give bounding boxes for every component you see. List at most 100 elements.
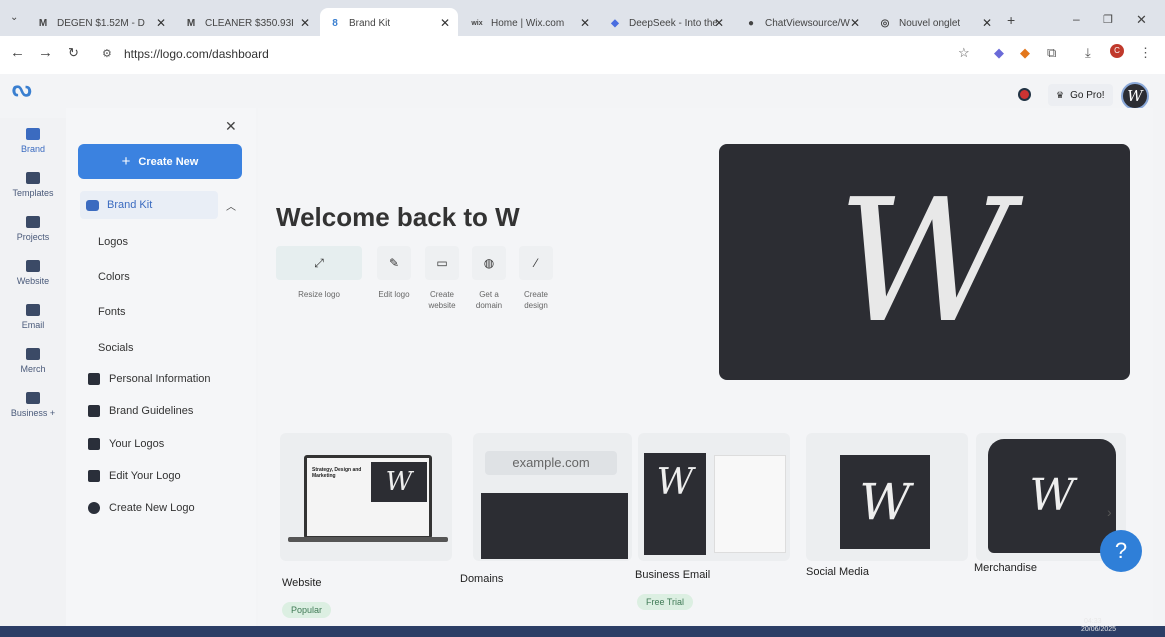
bookmark-star-icon[interactable]: ☆ bbox=[958, 45, 970, 61]
globe-icon: ◍ bbox=[472, 246, 506, 280]
tab-chatview[interactable]: ● ChatViewsource/W ✕ bbox=[736, 9, 868, 37]
sub-item-fonts[interactable]: Fonts bbox=[98, 306, 126, 318]
maximize-icon[interactable]: ❐ bbox=[1103, 13, 1113, 26]
tab-bar: ⌄ M DEGEN $1.52M - De ✕ M CLEANER $350.9… bbox=[0, 6, 1165, 38]
mail-icon bbox=[26, 304, 40, 316]
id-card-icon bbox=[88, 373, 100, 385]
rail-item-brand[interactable]: Brand bbox=[0, 128, 66, 154]
tab-title: ChatViewsource/W bbox=[765, 17, 850, 29]
menu-label: Edit Your Logo bbox=[109, 470, 181, 482]
new-tab-icon[interactable]: + bbox=[1007, 12, 1015, 28]
menu-personal-information[interactable]: Personal Information bbox=[88, 373, 211, 385]
close-icon[interactable]: ✕ bbox=[580, 16, 590, 30]
forward-icon[interactable]: → bbox=[38, 44, 53, 61]
menu-edit-your-logo[interactable]: Edit Your Logo bbox=[88, 470, 181, 482]
pencil-icon: ✎ bbox=[377, 246, 411, 280]
mock-social-post: W bbox=[840, 455, 930, 549]
business-email-card[interactable]: W bbox=[638, 433, 790, 561]
clock-date: 20/06/2025 bbox=[1081, 626, 1117, 633]
system-clock[interactable]: 04:33 20/06/2025 bbox=[1081, 618, 1116, 634]
website-card[interactable]: W Strategy, Design and Marketing bbox=[280, 433, 452, 561]
tab-degen[interactable]: M DEGEN $1.52M - De ✕ bbox=[28, 9, 174, 37]
rail-label: Brand bbox=[20, 144, 46, 154]
rail-item-merch[interactable]: Merch bbox=[0, 348, 66, 374]
tab-title: CLEANER $350.93K bbox=[205, 17, 293, 29]
card-title-merchandise: Merchandise bbox=[974, 562, 1037, 574]
deepseek-icon: ◆ bbox=[611, 17, 619, 29]
brand-kit-label: Brand Kit bbox=[107, 199, 153, 211]
help-button[interactable]: ? bbox=[1100, 530, 1142, 572]
brand-kit-icon bbox=[86, 199, 99, 211]
tab-search-icon[interactable]: ⌄ bbox=[10, 12, 18, 23]
back-icon[interactable]: ← bbox=[10, 44, 25, 61]
metamask-icon[interactable]: ◆ bbox=[1020, 45, 1030, 61]
sub-item-logos[interactable]: Logos bbox=[98, 236, 128, 248]
tab-cleaner[interactable]: M CLEANER $350.93K ✕ bbox=[176, 9, 318, 37]
window-close-icon[interactable]: ✕ bbox=[1136, 12, 1147, 28]
logo-letter: W bbox=[837, 163, 1012, 361]
social-media-card[interactable]: W bbox=[806, 433, 968, 561]
tab-title: DeepSeek - Into the bbox=[629, 17, 717, 29]
mock-browser-bar: example.com bbox=[485, 451, 617, 475]
panel-close-icon[interactable]: ✕ bbox=[225, 118, 237, 135]
logo-com-icon: 8 bbox=[332, 17, 338, 29]
extensions-puzzle-icon[interactable]: ⧉ bbox=[1047, 45, 1056, 61]
domains-card[interactable]: example.com bbox=[473, 433, 632, 561]
menu-brand-guidelines[interactable]: Brand Guidelines bbox=[88, 405, 193, 417]
menu-create-new-logo[interactable]: Create New Logo bbox=[88, 502, 195, 514]
create-design-action[interactable]: ⁄ Create design bbox=[516, 246, 556, 311]
download-icon[interactable]: ⤓ bbox=[1085, 45, 1091, 61]
card-title-business-email: Business Email bbox=[635, 569, 711, 581]
profile-icon[interactable]: C bbox=[1110, 44, 1124, 58]
rail-item-projects[interactable]: Projects bbox=[0, 216, 66, 242]
sub-item-colors[interactable]: Colors bbox=[98, 271, 130, 283]
mock-logo-tile: W bbox=[371, 462, 427, 502]
create-new-button[interactable]: + Create New bbox=[78, 144, 242, 179]
rail-item-email[interactable]: Email bbox=[0, 304, 66, 330]
sub-item-socials[interactable]: Socials bbox=[98, 342, 133, 354]
get-domain-action[interactable]: ◍ Get a domain bbox=[469, 246, 509, 311]
chevron-right-icon[interactable]: › bbox=[1107, 504, 1112, 520]
tab-brand-kit[interactable]: 8 Brand Kit ✕ bbox=[320, 8, 458, 38]
minimize-icon[interactable]: – bbox=[1073, 12, 1080, 26]
close-icon[interactable]: ✕ bbox=[300, 16, 310, 30]
create-website-action[interactable]: ▭ Create website bbox=[422, 246, 462, 311]
resize-logo-action[interactable]: ⤢ Resize logo bbox=[276, 246, 362, 300]
tab-new[interactable]: ◎ Nouvel onglet ✕ bbox=[870, 9, 1000, 37]
go-pro-button[interactable]: ♛ Go Pro! bbox=[1048, 84, 1113, 106]
rail-label: Business + bbox=[10, 408, 56, 418]
monitor-icon: ▭ bbox=[425, 246, 459, 280]
tab-favicon-icon: M bbox=[38, 17, 48, 29]
brand-icon bbox=[26, 128, 40, 140]
close-icon[interactable]: ✕ bbox=[850, 16, 860, 30]
logo-com-brand-icon[interactable]: ᔓ bbox=[12, 76, 32, 102]
extension-icon[interactable]: ◆ bbox=[994, 45, 1004, 61]
hero-logo-preview[interactable]: W bbox=[719, 144, 1130, 380]
close-icon[interactable]: ✕ bbox=[156, 16, 166, 30]
rail-item-templates[interactable]: Templates bbox=[0, 172, 66, 198]
folder-icon bbox=[26, 216, 40, 228]
action-label: Edit logo bbox=[378, 290, 410, 299]
chevron-up-icon[interactable]: ︿ bbox=[226, 198, 236, 213]
laptop-mockup: W Strategy, Design and Marketing bbox=[304, 455, 432, 539]
brand-kit-item[interactable]: Brand Kit bbox=[80, 191, 218, 219]
more-menu-icon[interactable]: ⋮ bbox=[1139, 45, 1152, 61]
close-icon[interactable]: ✕ bbox=[982, 16, 992, 30]
rail-label: Email bbox=[21, 320, 45, 330]
tab-favicon-icon: M bbox=[186, 17, 196, 29]
rail-item-business[interactable]: Business + bbox=[0, 392, 66, 418]
menu-label: Personal Information bbox=[109, 373, 211, 385]
reload-icon[interactable]: ↻ bbox=[68, 45, 79, 61]
avatar[interactable]: W bbox=[1121, 82, 1149, 110]
menu-your-logos[interactable]: Your Logos bbox=[88, 438, 164, 450]
close-icon[interactable]: ✕ bbox=[440, 16, 450, 30]
url-input[interactable]: https://logo.com/dashboard bbox=[124, 47, 269, 61]
close-icon[interactable]: ✕ bbox=[714, 16, 724, 30]
tab-deepseek[interactable]: ◆ DeepSeek - Into the ✕ bbox=[600, 9, 732, 37]
edit-logo-action[interactable]: ✎ Edit logo bbox=[375, 246, 413, 300]
tab-wix[interactable]: wix Home | Wix.com ✕ bbox=[462, 9, 598, 37]
create-new-label: Create New bbox=[138, 155, 199, 168]
site-settings-icon[interactable]: ⚙ bbox=[102, 47, 112, 60]
rail-item-website[interactable]: Website bbox=[0, 260, 66, 286]
us-flag-icon[interactable] bbox=[1018, 88, 1031, 101]
